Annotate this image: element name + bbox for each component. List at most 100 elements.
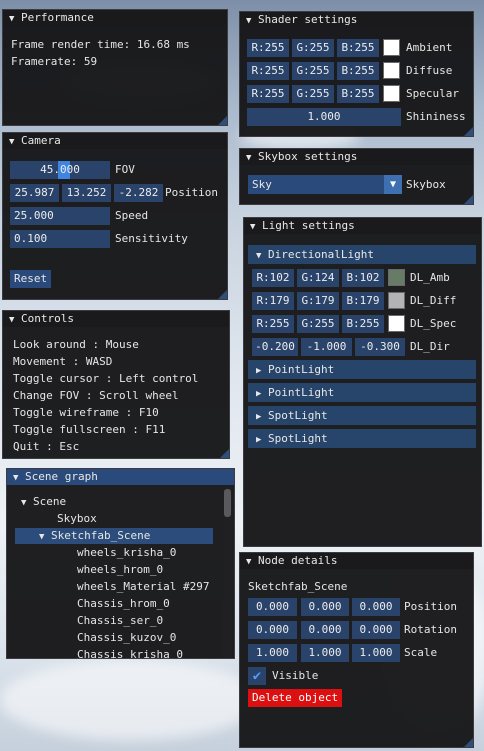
reset-button[interactable]: Reset: [10, 270, 52, 288]
dl-diff-r-field[interactable]: R:179: [252, 292, 294, 310]
diffuse-b-field[interactable]: B:255: [337, 62, 379, 80]
camera-window[interactable]: ▼ Camera 45.000 FOV 25.987 13.252 -2.282 …: [2, 132, 228, 300]
skybox-dropdown[interactable]: Sky ▼: [248, 175, 402, 194]
diffuse-r-field[interactable]: R:255: [247, 62, 289, 80]
scrollbar-track[interactable]: [223, 487, 232, 658]
shininess-slider[interactable]: 1.000: [247, 108, 401, 126]
resize-grip[interactable]: [464, 127, 473, 136]
dropdown-arrow-icon[interactable]: ▼: [384, 175, 402, 194]
dl-amb-b-field[interactable]: B:102: [342, 269, 384, 287]
node-details-window[interactable]: ▼ Node details Sketchfab_Scene 0.000 0.00…: [239, 552, 474, 748]
ambient-color-swatch[interactable]: [383, 39, 400, 56]
sensitivity-field[interactable]: 0.100: [10, 230, 110, 248]
shader-settings-window[interactable]: ▼ Shader settings R:255 G:255 B:255 Ambie…: [239, 11, 474, 137]
tree-node-selected[interactable]: ▼ Sketchfab_Scene: [15, 528, 213, 544]
dl-diff-color-swatch[interactable]: [388, 292, 405, 309]
speed-field[interactable]: 25.000: [10, 207, 110, 225]
position-x-field[interactable]: 0.000: [248, 598, 297, 616]
resize-grip[interactable]: [218, 116, 227, 125]
delete-object-button[interactable]: Delete object: [248, 689, 343, 707]
position-z-field[interactable]: 0.000: [352, 598, 400, 616]
dl-dir-x-field[interactable]: -0.200: [252, 338, 298, 356]
position-y-field[interactable]: 0.000: [301, 598, 349, 616]
collapse-arrow-icon[interactable]: ▼: [9, 312, 21, 328]
dl-spec-g-field[interactable]: G:255: [297, 315, 339, 333]
scale-x-field[interactable]: 1.000: [248, 644, 297, 662]
tree-leaf[interactable]: Chassis_hrom_0: [77, 597, 170, 610]
tree-node-skybox[interactable]: Skybox: [57, 512, 97, 525]
controls-window[interactable]: ▼ Controls Look around : Mouse Movement :…: [2, 310, 230, 459]
dl-amb-color-swatch[interactable]: [388, 269, 405, 286]
collapse-arrow-icon[interactable]: ▼: [246, 554, 258, 570]
collapse-arrow-icon[interactable]: ▼: [250, 219, 262, 235]
specular-r-field[interactable]: R:255: [247, 85, 289, 103]
diffuse-color-swatch[interactable]: [383, 62, 400, 79]
collapse-arrow-icon[interactable]: ▼: [9, 11, 21, 27]
scrollbar-thumb[interactable]: [224, 489, 231, 517]
dl-dir-z-field[interactable]: -0.300: [355, 338, 405, 356]
position-x-field[interactable]: 25.987: [10, 184, 59, 202]
light-title-bar[interactable]: ▼ Light settings: [244, 218, 481, 234]
node-details-title-bar[interactable]: ▼ Node details: [240, 553, 473, 569]
point-light-header[interactable]: ▶ PointLight: [248, 383, 476, 402]
collapse-arrow-icon[interactable]: ▼: [9, 134, 21, 150]
dl-amb-r-field[interactable]: R:102: [252, 269, 294, 287]
collapse-arrow-icon[interactable]: ▼: [246, 13, 258, 29]
expand-arrow-icon[interactable]: ▶: [256, 362, 268, 381]
tree-leaf[interactable]: Chassis_krisha_0: [77, 648, 183, 658]
scale-y-field[interactable]: 1.000: [301, 644, 349, 662]
ambient-g-field[interactable]: G:255: [292, 39, 334, 57]
resize-grip[interactable]: [220, 449, 229, 458]
tree-leaf[interactable]: Chassis_kuzov_0: [77, 631, 176, 644]
light-settings-window[interactable]: ▼ Light settings ▼ DirectionalLight R:102 …: [243, 217, 482, 547]
specular-color-swatch[interactable]: [383, 85, 400, 102]
camera-title-bar[interactable]: ▼ Camera: [3, 133, 227, 149]
skybox-settings-window[interactable]: ▼ Skybox settings Sky ▼ Skybox: [239, 148, 474, 205]
ambient-b-field[interactable]: B:255: [337, 39, 379, 57]
tree-node-scene[interactable]: ▼ Scene: [21, 495, 66, 508]
position-z-field[interactable]: -2.282: [114, 184, 163, 202]
ambient-r-field[interactable]: R:255: [247, 39, 289, 57]
tree-leaf[interactable]: wheels_Material #297: [77, 580, 209, 593]
fov-slider[interactable]: 45.000: [10, 161, 110, 179]
tree-leaf[interactable]: wheels_krisha_0: [77, 546, 176, 559]
shader-title-bar[interactable]: ▼ Shader settings: [240, 12, 473, 28]
directional-light-header[interactable]: ▼ DirectionalLight: [248, 245, 476, 264]
skybox-title-bar[interactable]: ▼ Skybox settings: [240, 149, 473, 165]
rotation-x-field[interactable]: 0.000: [248, 621, 297, 639]
controls-title-bar[interactable]: ▼ Controls: [3, 311, 229, 327]
position-y-field[interactable]: 13.252: [62, 184, 111, 202]
specular-g-field[interactable]: G:255: [292, 85, 334, 103]
collapse-arrow-icon[interactable]: ▼: [13, 470, 25, 486]
dl-spec-color-swatch[interactable]: [388, 315, 405, 332]
collapse-arrow-icon[interactable]: ▼: [246, 150, 258, 166]
tree-leaf[interactable]: wheels_hrom_0: [77, 563, 163, 576]
diffuse-g-field[interactable]: G:255: [292, 62, 334, 80]
spot-light-header[interactable]: ▶ SpotLight: [248, 406, 476, 425]
spot-light-header[interactable]: ▶ SpotLight: [248, 429, 476, 448]
expand-arrow-icon[interactable]: ▼: [39, 529, 51, 545]
resize-grip[interactable]: [464, 195, 473, 204]
point-light-header[interactable]: ▶ PointLight: [248, 360, 476, 379]
dl-amb-g-field[interactable]: G:124: [297, 269, 339, 287]
specular-b-field[interactable]: B:255: [337, 85, 379, 103]
rotation-y-field[interactable]: 0.000: [301, 621, 349, 639]
performance-window[interactable]: ▼ Performance Frame render time: 16.68 ms…: [2, 9, 228, 126]
visible-checkbox[interactable]: ✔: [248, 667, 266, 685]
rotation-z-field[interactable]: 0.000: [352, 621, 400, 639]
scene-graph-window[interactable]: ▼ Scene graph ▼ Scene Skybox ▼ Sketchfab_Sc…: [6, 468, 235, 659]
tree-leaf[interactable]: Chassis_ser_0: [77, 614, 163, 627]
scale-z-field[interactable]: 1.000: [352, 644, 400, 662]
performance-title-bar[interactable]: ▼ Performance: [3, 10, 227, 26]
expand-arrow-icon[interactable]: ▶: [256, 408, 268, 427]
expand-arrow-icon[interactable]: ▶: [256, 431, 268, 450]
resize-grip[interactable]: [218, 290, 227, 299]
dl-diff-b-field[interactable]: B:179: [342, 292, 384, 310]
expand-arrow-icon[interactable]: ▶: [256, 385, 268, 404]
dl-spec-b-field[interactable]: B:255: [342, 315, 384, 333]
expand-arrow-icon[interactable]: ▼: [21, 498, 33, 508]
scene-graph-title-bar[interactable]: ▼ Scene graph: [7, 469, 234, 485]
dl-diff-g-field[interactable]: G:179: [297, 292, 339, 310]
expand-arrow-icon[interactable]: ▼: [256, 247, 268, 266]
resize-grip[interactable]: [464, 738, 473, 747]
